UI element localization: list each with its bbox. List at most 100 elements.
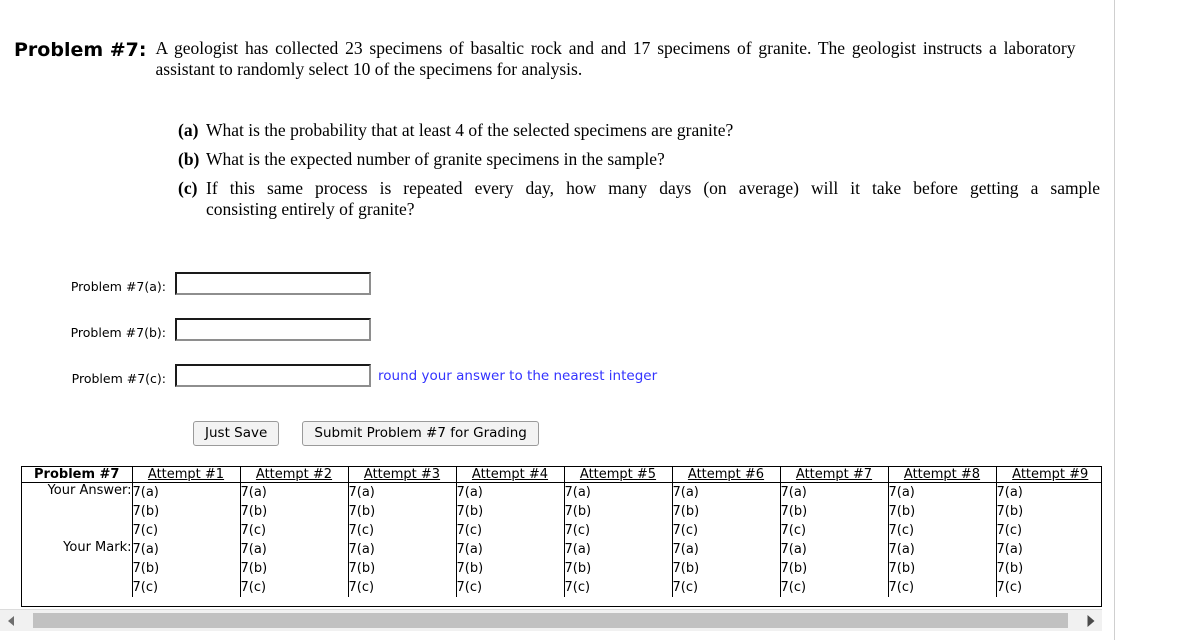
subpart-a-text: What is the probability that at least 4 … bbox=[206, 120, 734, 140]
attempts-table: Problem #7 Attempt #1 Attempt #2 Attempt… bbox=[22, 467, 1101, 597]
mark-cell-attempt-2: 7(a) 7(b) 7(c) bbox=[239, 540, 348, 597]
attempt-header-9[interactable]: Attempt #9 bbox=[995, 467, 1101, 483]
attempt-link-1[interactable]: Attempt #1 bbox=[148, 467, 224, 482]
answer-cell-line-c: 7(c) bbox=[132, 523, 159, 538]
attempt-link-3[interactable]: Attempt #3 bbox=[364, 467, 440, 482]
mark-cell-line-a: 7(a) bbox=[132, 542, 159, 557]
attempt-header-6[interactable]: Attempt #6 bbox=[671, 467, 780, 483]
answer-input-a[interactable] bbox=[175, 272, 371, 295]
answer-fields-group: Problem #7(a): Problem #7(b): Problem #7… bbox=[0, 272, 1100, 410]
mark-cell-line-a: 7(a) bbox=[672, 542, 699, 557]
mark-cell-line-a: 7(a) bbox=[348, 542, 375, 557]
mark-cell-line-c: 7(c) bbox=[564, 580, 591, 595]
problem-subparts: (a) What is the probability that at leas… bbox=[178, 120, 1100, 228]
table-row-your-mark: Your Mark: 7(a) 7(b) 7(c) 7(a) 7(b) 7(c)… bbox=[22, 540, 1101, 597]
answer-input-c[interactable] bbox=[175, 364, 371, 387]
answer-cell-line-b: 7(b) bbox=[672, 504, 700, 519]
mark-cell-line-b: 7(b) bbox=[780, 561, 808, 576]
mark-cell-attempt-3: 7(a) 7(b) 7(c) bbox=[347, 540, 456, 597]
mark-cell-line-a: 7(a) bbox=[780, 542, 807, 557]
answer-cell-line-a: 7(a) bbox=[456, 485, 483, 500]
answer-cell-line-b: 7(b) bbox=[888, 504, 916, 519]
attempt-header-4[interactable]: Attempt #4 bbox=[455, 467, 564, 483]
answer-hint-c: round your answer to the nearest integer bbox=[378, 368, 658, 384]
mark-cell-line-c: 7(c) bbox=[888, 580, 915, 595]
mark-cell-line-c: 7(c) bbox=[348, 580, 375, 595]
attempt-link-7[interactable]: Attempt #7 bbox=[796, 467, 872, 482]
mark-cell-attempt-4: 7(a) 7(b) 7(c) bbox=[455, 540, 564, 597]
mark-cell-line-a: 7(a) bbox=[564, 542, 591, 557]
mark-cell-line-b: 7(b) bbox=[348, 561, 376, 576]
mark-cell-line-a: 7(a) bbox=[240, 542, 267, 557]
mark-cell-line-c: 7(c) bbox=[132, 580, 159, 595]
scroll-left-arrow-button[interactable] bbox=[0, 610, 22, 631]
scroll-right-arrow-button[interactable] bbox=[1080, 610, 1102, 631]
attempt-link-2[interactable]: Attempt #2 bbox=[256, 467, 332, 482]
answer-label-c: Problem #7(c): bbox=[71, 371, 166, 386]
mark-cell-attempt-7: 7(a) 7(b) 7(c) bbox=[779, 540, 888, 597]
row-label-your-answer: Your Answer: bbox=[47, 483, 132, 498]
answer-cell-line-c: 7(c) bbox=[240, 523, 267, 538]
mark-cell-line-b: 7(b) bbox=[240, 561, 268, 576]
answer-cell-attempt-5: 7(a) 7(b) 7(c) bbox=[563, 482, 672, 540]
answer-cell-attempt-6: 7(a) 7(b) 7(c) bbox=[671, 482, 780, 540]
attempts-table-header-row: Problem #7 Attempt #1 Attempt #2 Attempt… bbox=[22, 467, 1101, 483]
attempt-header-7[interactable]: Attempt #7 bbox=[779, 467, 888, 483]
horizontal-scrollbar[interactable] bbox=[0, 609, 1102, 631]
subpart-c-tag: (c) bbox=[178, 178, 198, 198]
mark-cell-attempt-6: 7(a) 7(b) 7(c) bbox=[671, 540, 780, 597]
mark-cell-line-b: 7(b) bbox=[132, 561, 160, 576]
attempt-link-9[interactable]: Attempt #9 bbox=[1012, 467, 1088, 482]
answer-cell-line-c: 7(c) bbox=[348, 523, 375, 538]
mark-cell-attempt-8: 7(a) 7(b) 7(c) bbox=[887, 540, 996, 597]
attempts-table-corner-header: Problem #7 bbox=[22, 467, 132, 483]
mark-cell-line-c: 7(c) bbox=[672, 580, 699, 595]
attempt-header-3[interactable]: Attempt #3 bbox=[347, 467, 456, 483]
mark-cell-line-a: 7(a) bbox=[456, 542, 483, 557]
answer-cell-line-b: 7(b) bbox=[780, 504, 808, 519]
answer-cell-line-a: 7(a) bbox=[672, 485, 699, 500]
mark-cell-line-c: 7(c) bbox=[456, 580, 483, 595]
attempt-header-8[interactable]: Attempt #8 bbox=[887, 467, 996, 483]
answer-cell-line-b: 7(b) bbox=[564, 504, 592, 519]
answer-cell-attempt-9: 7(a) 7(b) 7(c) bbox=[995, 482, 1101, 540]
answer-cell-line-b: 7(b) bbox=[132, 504, 160, 519]
answer-input-b[interactable] bbox=[175, 318, 371, 341]
answer-cell-attempt-2: 7(a) 7(b) 7(c) bbox=[239, 482, 348, 540]
attempt-header-5[interactable]: Attempt #5 bbox=[563, 467, 672, 483]
attempt-link-8[interactable]: Attempt #8 bbox=[904, 467, 980, 482]
answer-row-a: Problem #7(a): bbox=[0, 272, 1100, 318]
attempt-header-1[interactable]: Attempt #1 bbox=[131, 467, 240, 483]
answer-cell-line-c: 7(c) bbox=[456, 523, 483, 538]
answer-cell-line-a: 7(a) bbox=[348, 485, 375, 500]
answer-cell-line-a: 7(a) bbox=[996, 485, 1023, 500]
problem-statement-block: Problem #7: A geologist has collected 23… bbox=[14, 38, 1104, 80]
mark-cell-line-b: 7(b) bbox=[888, 561, 916, 576]
attempt-link-6[interactable]: Attempt #6 bbox=[688, 467, 764, 482]
subpart-b-text: What is the expected number of granite s… bbox=[206, 149, 665, 169]
subpart-b-tag: (b) bbox=[178, 149, 200, 169]
mark-cell-attempt-5: 7(a) 7(b) 7(c) bbox=[563, 540, 672, 597]
attempt-header-2[interactable]: Attempt #2 bbox=[239, 467, 348, 483]
mark-cell-line-b: 7(b) bbox=[672, 561, 700, 576]
scrollbar-thumb[interactable] bbox=[33, 613, 1068, 628]
row-label-your-mark: Your Mark: bbox=[63, 540, 132, 555]
subpart-c-line1: If this same process is repeated every d… bbox=[206, 178, 1100, 198]
answer-cell-attempt-4: 7(a) 7(b) 7(c) bbox=[455, 482, 564, 540]
answer-label-b: Problem #7(b): bbox=[70, 325, 166, 340]
answer-cell-attempt-3: 7(a) 7(b) 7(c) bbox=[347, 482, 456, 540]
mark-cell-line-a: 7(a) bbox=[888, 542, 915, 557]
action-buttons: Just Save Submit Problem #7 for Grading bbox=[193, 421, 539, 446]
answer-row-b: Problem #7(b): bbox=[0, 318, 1100, 364]
submit-for-grading-button[interactable]: Submit Problem #7 for Grading bbox=[302, 421, 539, 446]
answer-cell-line-a: 7(a) bbox=[240, 485, 267, 500]
attempts-table-container: Problem #7 Attempt #1 Attempt #2 Attempt… bbox=[21, 466, 1102, 607]
answer-cell-line-b: 7(b) bbox=[348, 504, 376, 519]
subpart-a-tag: (a) bbox=[178, 120, 199, 140]
answer-cell-line-c: 7(c) bbox=[564, 523, 591, 538]
subpart-b: (b) What is the expected number of grani… bbox=[178, 149, 1100, 170]
answer-cell-line-b: 7(b) bbox=[456, 504, 484, 519]
attempt-link-5[interactable]: Attempt #5 bbox=[580, 467, 656, 482]
just-save-button[interactable]: Just Save bbox=[193, 421, 280, 446]
attempt-link-4[interactable]: Attempt #4 bbox=[472, 467, 548, 482]
